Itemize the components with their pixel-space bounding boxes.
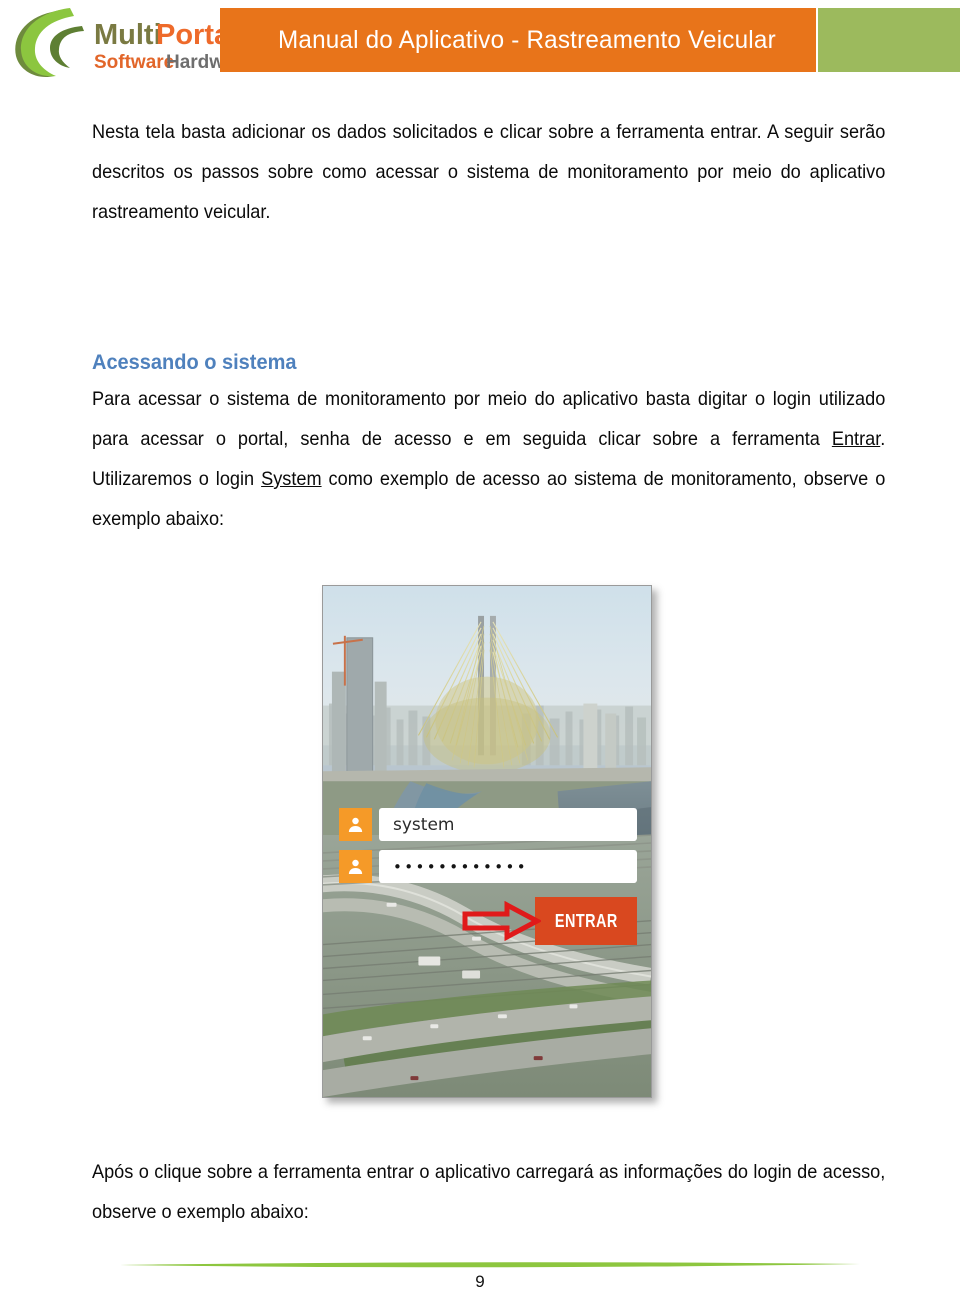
app-login-screenshot-figure: system •••••••••••• ENTRAR xyxy=(322,585,652,1098)
app-login-screen: system •••••••••••• ENTRAR xyxy=(322,585,652,1098)
red-arrow-right-icon xyxy=(461,901,541,941)
logo-tagline-hardware: Hardware xyxy=(166,52,220,73)
password-input[interactable]: •••••••••••• xyxy=(379,850,637,883)
section-paragraph-part-1: Para acessar o sistema de monitoramento … xyxy=(92,388,886,450)
footer-divider xyxy=(120,1260,860,1270)
page-number: 9 xyxy=(475,1272,485,1291)
user-icon xyxy=(339,808,372,841)
document-content-lower: Após o clique sobre a ferramenta entrar … xyxy=(92,1152,885,1232)
logo-swoosh-icon xyxy=(15,8,84,78)
section-heading: Acessando o sistema xyxy=(92,350,297,374)
cityscape-bridge-photo xyxy=(323,586,651,1097)
password-value: •••••••••••• xyxy=(393,857,528,876)
closing-paragraph: Após o clique sobre a ferramenta entrar … xyxy=(92,1161,886,1223)
document-content: Nesta tela basta adicionar os dados soli… xyxy=(92,112,885,539)
logo-word-multi: Multi xyxy=(94,19,162,51)
enter-button-label: ENTRAR xyxy=(554,910,618,931)
logo-tagline-software: Software xyxy=(94,52,174,73)
logo-word-portal: Portal xyxy=(156,19,220,51)
header-banner: Manual do Aplicativo - Rastreamento Veic… xyxy=(220,8,816,72)
header-accent-block xyxy=(818,8,960,72)
page-header: Multi Portal Software Hardware Manual do… xyxy=(0,0,960,96)
header-banner-title: Manual do Aplicativo - Rastreamento Veic… xyxy=(278,25,776,54)
user-icon xyxy=(339,850,372,883)
intro-paragraph: Nesta tela basta adicionar os dados soli… xyxy=(92,121,886,223)
username-field-row[interactable]: system xyxy=(339,808,637,841)
inline-link-system: System xyxy=(261,468,322,490)
page-footer: 9 xyxy=(0,1240,960,1292)
section-paragraph: Para acessar o sistema de monitoramento … xyxy=(92,379,885,539)
username-input[interactable]: system xyxy=(379,808,637,841)
vertical-spacer xyxy=(92,232,885,350)
inline-link-entrar: Entrar xyxy=(831,428,881,450)
password-field-row[interactable]: •••••••••••• xyxy=(339,850,637,883)
enter-button[interactable]: ENTRAR xyxy=(535,897,637,945)
username-value: system xyxy=(393,814,455,835)
company-logo: Multi Portal Software Hardware xyxy=(8,4,220,84)
